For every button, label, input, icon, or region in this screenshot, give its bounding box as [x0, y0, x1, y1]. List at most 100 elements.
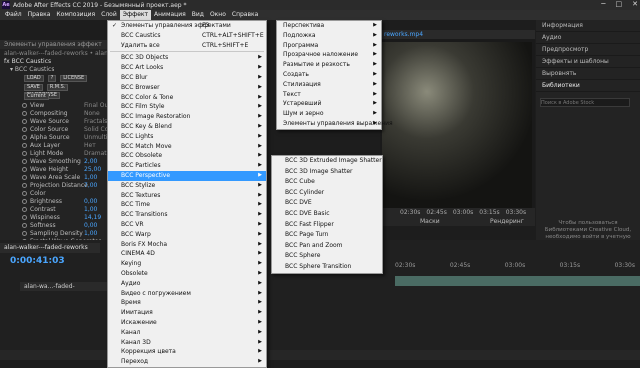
- mask-label[interactable]: Маски: [420, 218, 440, 225]
- property-value[interactable]: 25,00: [84, 166, 101, 174]
- category-menu-item[interactable]: Перспектива ▶: [277, 21, 381, 31]
- property-row[interactable]: Alpha Source Unmulti: [0, 134, 108, 142]
- effect-menu-item[interactable]: BCC Art Looks ▶: [108, 63, 266, 73]
- load-button[interactable]: LOAD: [24, 75, 44, 82]
- perspective-menu-item[interactable]: BCC DVE: [272, 198, 382, 209]
- property-row[interactable]: Brightness 0,00: [0, 198, 108, 206]
- perspective-menu-item[interactable]: BCC Sphere: [272, 251, 382, 262]
- effect-menu-item[interactable]: Время ▶: [108, 298, 266, 308]
- effect-menu-item[interactable]: BCC Key & Blend ▶: [108, 122, 266, 132]
- stopwatch-icon[interactable]: [22, 127, 27, 132]
- property-value[interactable]: 7,00: [84, 182, 97, 190]
- perspective-menu-item[interactable]: BCC Cylinder: [272, 188, 382, 199]
- panel-align[interactable]: Выровнять: [536, 68, 640, 80]
- menu-view[interactable]: Вид: [189, 10, 207, 20]
- effect-menu-item[interactable]: BCC Blur ▶: [108, 73, 266, 83]
- stopwatch-icon[interactable]: [22, 119, 27, 124]
- effect-menu-item[interactable]: Имитация ▶: [108, 308, 266, 318]
- property-row[interactable]: Wispiness 14,19: [0, 214, 108, 222]
- perspective-menu-item[interactable]: BCC Pan and Zoom: [272, 241, 382, 252]
- property-row[interactable]: Wave Area Scale 1,00: [0, 174, 108, 182]
- effect-menu-item[interactable]: BCC Obsolete ▶: [108, 151, 266, 161]
- maximize-button[interactable]: □: [616, 0, 623, 8]
- property-row[interactable]: Wave Height 25,00: [0, 166, 108, 174]
- menu-layer[interactable]: Слой: [98, 10, 120, 20]
- property-value[interactable]: 14,19: [84, 214, 101, 222]
- property-row[interactable]: Wave Source Fractals: [0, 118, 108, 126]
- stopwatch-icon[interactable]: [22, 223, 27, 228]
- property-row[interactable]: Color: [0, 190, 108, 198]
- category-menu-item[interactable]: Создать ▶: [277, 70, 381, 80]
- effect-menu-item[interactable]: BCC Film Style ▶: [108, 102, 266, 112]
- effect-menu-item[interactable]: BCC Transitions ▶: [108, 210, 266, 220]
- property-value[interactable]: Fractals: [84, 118, 107, 126]
- effect-menu-item[interactable]: Аудио ▶: [108, 279, 266, 289]
- stopwatch-icon[interactable]: [22, 215, 27, 220]
- stopwatch-icon[interactable]: [22, 103, 27, 108]
- effect-menu-item[interactable]: Keying ▶: [108, 259, 266, 269]
- timecode[interactable]: 0:00:41:03: [10, 256, 65, 266]
- effect-menu-item[interactable]: BCC Textures ▶: [108, 191, 266, 201]
- property-row[interactable]: Contrast 1,00: [0, 206, 108, 214]
- effect-menu-item[interactable]: BCC Caustics CTRL+ALT+SHIFT+E: [108, 31, 266, 41]
- timeline-tab[interactable]: alan-walker---faded-reworks: [0, 243, 100, 253]
- property-row[interactable]: Projection Distance 7,00: [0, 182, 108, 190]
- stopwatch-icon[interactable]: [22, 183, 27, 188]
- perspective-menu-item[interactable]: BCC 3D Extruded Image Shatter: [272, 156, 382, 167]
- category-menu-item[interactable]: Элементы управления выражения ▶: [277, 119, 393, 129]
- category-menu-item[interactable]: Размытие и резкость ▶: [277, 60, 381, 70]
- rms-button[interactable]: R.M.S.: [46, 84, 69, 91]
- effect-menu-item[interactable]: BCC Lights ▶: [108, 132, 266, 142]
- stopwatch-icon[interactable]: [22, 159, 27, 164]
- property-value[interactable]: 1,00: [84, 174, 97, 182]
- effect-menu-item[interactable]: Видео с погружением ▶: [108, 289, 266, 299]
- property-row[interactable]: Color Source Solid Co: [0, 126, 108, 134]
- stopwatch-icon[interactable]: [22, 111, 27, 116]
- menu-file[interactable]: Файл: [2, 10, 25, 20]
- save-button[interactable]: SAVE: [24, 84, 43, 91]
- menu-window[interactable]: Окно: [207, 10, 229, 20]
- property-value[interactable]: 2,00: [84, 158, 97, 166]
- category-menu-item[interactable]: Текст ▶: [277, 90, 381, 100]
- effect-menu-item[interactable]: Удалить все CTRL+SHIFT+E: [108, 41, 266, 51]
- help-button[interactable]: ?: [47, 75, 57, 82]
- effect-menu-item[interactable]: CINEMA 4D ▶: [108, 249, 266, 259]
- property-row[interactable]: Wave Smoothing 2,00: [0, 158, 108, 166]
- effect-menu-item[interactable]: Коррекция цвета ▶: [108, 347, 266, 357]
- effect-menu-item[interactable]: Переход ▶: [108, 357, 266, 367]
- panel-preview[interactable]: Предпросмотр: [536, 44, 640, 56]
- category-menu-item[interactable]: Подложка ▶: [277, 31, 381, 41]
- effect-controls-tab[interactable]: Элементы управления эффект: [0, 40, 108, 49]
- menu-animation[interactable]: Анимация: [151, 10, 189, 20]
- effect-menu-item[interactable]: BCC Time ▶: [108, 200, 266, 210]
- property-value[interactable]: Final Ou: [84, 102, 108, 110]
- effect-menu-item[interactable]: BCC Color & Tone ▶: [108, 93, 266, 103]
- perspective-menu-item[interactable]: BCC Sphere Transition: [272, 262, 382, 273]
- stock-search-input[interactable]: [540, 98, 630, 107]
- property-value[interactable]: 0,00: [84, 222, 97, 230]
- property-value[interactable]: Unmulti: [84, 134, 108, 142]
- effect-menu-item[interactable]: BCC Stylize ▶: [108, 181, 266, 191]
- effect-menu-item[interactable]: Канал ▶: [108, 328, 266, 338]
- property-value[interactable]: Нет: [84, 142, 96, 150]
- effect-menu-item[interactable]: BCC VR ▶: [108, 220, 266, 230]
- stopwatch-icon[interactable]: [22, 175, 27, 180]
- effect-menu-item[interactable]: BCC Browser ▶: [108, 83, 266, 93]
- perspective-menu-item[interactable]: BCC Cube: [272, 177, 382, 188]
- effect-menu-item[interactable]: BCC Image Restoration ▶: [108, 112, 266, 122]
- stopwatch-icon[interactable]: [22, 143, 27, 148]
- stopwatch-icon[interactable]: [22, 135, 27, 140]
- effect-menu-item[interactable]: Канал 3D ▶: [108, 338, 266, 348]
- category-menu-item[interactable]: Стилизация ▶: [277, 80, 381, 90]
- menu-edit[interactable]: Правка: [25, 10, 54, 20]
- property-value[interactable]: Dramat: [84, 150, 107, 158]
- effect-menu-item[interactable]: BCC Particles ▶: [108, 161, 266, 171]
- property-value[interactable]: Solid Co: [84, 126, 108, 134]
- perspective-menu-item[interactable]: BCC DVE Basic: [272, 209, 382, 220]
- property-value[interactable]: None: [84, 110, 100, 118]
- preset-dropdown[interactable]: Current: [24, 93, 49, 100]
- effect-menu-item[interactable]: Искажение ▶: [108, 318, 266, 328]
- perspective-menu-item[interactable]: BCC 3D Image Shatter: [272, 167, 382, 178]
- effect-menu-item[interactable]: BCC Warp ▶: [108, 230, 266, 240]
- effect-menu-item[interactable]: Boris FX Mocha ▶: [108, 240, 266, 250]
